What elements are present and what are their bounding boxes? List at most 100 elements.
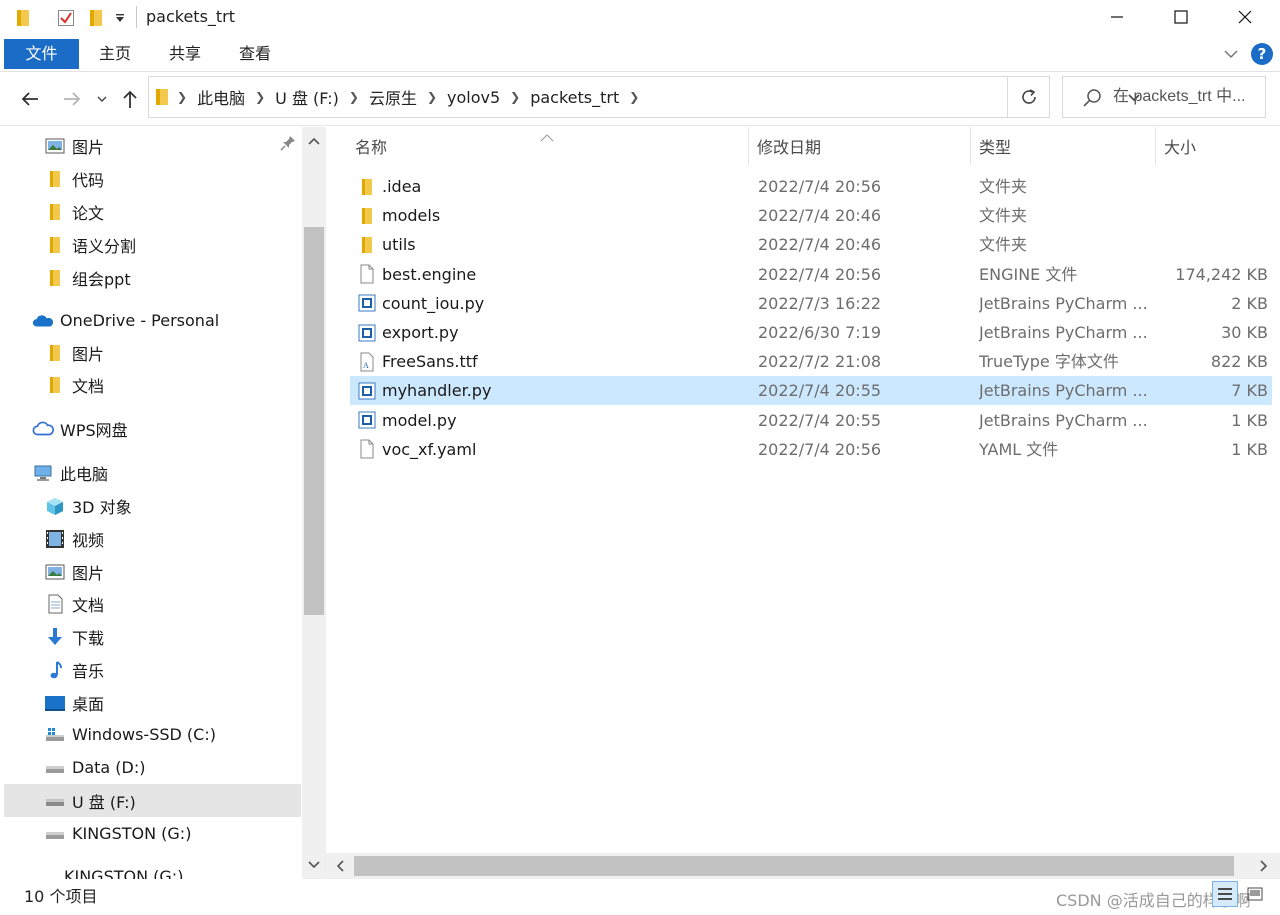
properties-icon[interactable]	[56, 8, 76, 28]
sidebar-item-downloads[interactable]: 下载	[44, 620, 301, 653]
search-box[interactable]	[1062, 76, 1266, 118]
breadcrumb-item[interactable]: U 盘 (F:)	[271, 85, 343, 109]
file-row[interactable]: best.engine 2022/7/4 20:56 ENGINE 文件 174,24…	[350, 260, 1272, 289]
file-row[interactable]: myhandler.py 2022/7/4 20:55 JetBrains PyCh…	[350, 376, 1272, 406]
sidebar-item-drive-g[interactable]: KINGSTON (G:)	[44, 817, 301, 850]
sidebar-item-label: 图片	[72, 344, 105, 364]
tab-file[interactable]: 文件	[4, 39, 79, 69]
file-list-pane: 名称 修改日期 类型 大小 .idea 2022/7/4 20:56 文件夹 mode…	[326, 127, 1280, 879]
sidebar-item-label: U 盘 (F:)	[72, 792, 136, 812]
sidebar-item-label: 文档	[72, 376, 105, 396]
forward-arrow-icon[interactable]	[60, 88, 84, 110]
file-row[interactable]: A FreeSans.ttf 2022/7/2 21:08 TrueType 字体文件…	[350, 347, 1272, 376]
scroll-left-chevron-icon[interactable]	[332, 858, 348, 874]
file-row[interactable]: models 2022/7/4 20:46 文件夹	[350, 201, 1272, 230]
sidebar-item-videos[interactable]: 视频	[44, 522, 301, 555]
file-size	[1140, 201, 1268, 230]
sidebar-item-label: 音乐	[72, 661, 105, 681]
sidebar-item-meeting-ppt[interactable]: 组会ppt	[44, 261, 301, 294]
new-folder-icon[interactable]	[88, 8, 104, 28]
sidebar-item-documents[interactable]: 文档	[44, 587, 301, 620]
back-arrow-icon[interactable]	[18, 88, 42, 110]
python-file-icon	[358, 381, 376, 400]
file-row[interactable]: voc_xf.yaml 2022/7/4 20:56 YAML 文件 1 KB	[350, 435, 1272, 464]
large-icons-view-icon[interactable]	[1242, 881, 1268, 907]
sidebar-item-desktop[interactable]: 桌面	[44, 686, 301, 719]
breadcrumb-chevron-icon[interactable]: ❯	[504, 90, 526, 104]
tab-share[interactable]: 共享	[156, 39, 214, 69]
customize-toolbar-icon[interactable]	[112, 8, 128, 28]
pin-icon[interactable]	[280, 135, 298, 153]
sidebar-scrollbar-thumb[interactable]	[304, 227, 324, 615]
breadcrumb-chevron-icon[interactable]: ❯	[171, 90, 193, 104]
usb-drive-icon	[44, 790, 66, 812]
sidebar-item-drive-d[interactable]: Data (D:)	[44, 751, 301, 784]
sidebar-item-label: 此电脑	[60, 464, 109, 484]
navigation-pane: 图片 代码 论文 语义分割 组会ppt OneDrive - Personal …	[0, 127, 326, 879]
column-header-type[interactable]: 类型	[979, 127, 1149, 165]
file-type: TrueType 字体文件	[979, 352, 1119, 372]
column-header-date[interactable]: 修改日期	[757, 127, 967, 165]
help-icon[interactable]: ?	[1251, 43, 1273, 65]
file-row[interactable]: count_iou.py 2022/7/3 16:22 JetBrains PyCh…	[350, 289, 1272, 318]
sidebar-item-drive-f[interactable]: U 盘 (F:)	[4, 784, 301, 817]
sidebar-item-music[interactable]: 音乐	[44, 653, 301, 686]
expand-ribbon-chevron-icon[interactable]	[1222, 45, 1240, 63]
close-button[interactable]	[1214, 0, 1276, 34]
sidebar-item-pc-pictures[interactable]: 图片	[44, 555, 301, 588]
sidebar-item-kingston-root[interactable]: KINGSTON (G:)	[36, 860, 301, 879]
file-row[interactable]: export.py 2022/6/30 7:19 JetBrains PyCharm…	[350, 318, 1272, 347]
sidebar-item-pictures[interactable]: 图片	[44, 129, 301, 162]
tab-home[interactable]: 主页	[86, 39, 144, 69]
column-header-name[interactable]: 名称	[355, 127, 745, 165]
file-type: 文件夹	[979, 177, 1028, 196]
sidebar-item-segmentation[interactable]: 语义分割	[44, 228, 301, 261]
sidebar-item-3d-objects[interactable]: 3D 对象	[44, 489, 301, 522]
sidebar-item-onedrive-documents[interactable]: 文档	[44, 368, 301, 401]
file-size: 2 KB	[1231, 293, 1268, 313]
file-name: FreeSans.ttf	[382, 352, 478, 372]
blank-file-icon	[358, 439, 376, 459]
address-bar[interactable]: ❯ 此电脑 ❯ U 盘 (F:) ❯ 云原生 ❯ yolov5 ❯ packet…	[148, 76, 1140, 118]
breadcrumb-chevron-icon[interactable]: ❯	[343, 90, 365, 104]
file-row[interactable]: .idea 2022/7/4 20:56 文件夹	[350, 172, 1272, 201]
sidebar-item-drive-c[interactable]: Windows-SSD (C:)	[44, 718, 301, 751]
up-arrow-icon[interactable]	[118, 88, 142, 110]
minimize-button[interactable]	[1086, 0, 1148, 34]
sidebar-scrollbar[interactable]	[302, 127, 325, 879]
column-divider[interactable]	[1155, 127, 1156, 165]
scroll-up-chevron-icon[interactable]	[306, 133, 322, 149]
scroll-right-chevron-icon[interactable]	[1256, 858, 1272, 874]
maximize-button[interactable]	[1150, 0, 1212, 34]
search-input[interactable]	[1113, 85, 1261, 109]
sidebar-item-wps-cloud[interactable]: WPS网盘	[32, 412, 301, 445]
usb-drive-icon	[44, 823, 66, 845]
sidebar-item-onedrive[interactable]: OneDrive - Personal	[32, 304, 301, 337]
sidebar-item-code[interactable]: 代码	[44, 162, 301, 195]
column-divider[interactable]	[970, 127, 971, 165]
breadcrumb-item[interactable]: 云原生	[365, 85, 421, 109]
scroll-down-chevron-icon[interactable]	[306, 857, 322, 873]
file-modified-date: 2022/7/4 20:46	[758, 206, 882, 226]
column-header-size[interactable]: 大小	[1164, 127, 1274, 165]
breadcrumb-chevron-icon[interactable]: ❯	[623, 90, 645, 104]
breadcrumb-item[interactable]: yolov5	[443, 88, 504, 107]
refresh-icon[interactable]	[1008, 76, 1050, 118]
sidebar-item-this-pc[interactable]: 此电脑	[32, 456, 301, 489]
horizontal-scrollbar[interactable]	[326, 853, 1280, 879]
title-bar: packets_trt	[0, 0, 1280, 36]
breadcrumb-item[interactable]: packets_trt	[526, 88, 623, 107]
sidebar-item-papers[interactable]: 论文	[44, 195, 301, 228]
breadcrumb-item[interactable]: 此电脑	[193, 85, 249, 109]
breadcrumb-chevron-icon[interactable]: ❯	[421, 90, 443, 104]
file-row[interactable]: utils 2022/7/4 20:46 文件夹	[350, 230, 1272, 259]
breadcrumb-chevron-icon[interactable]: ❯	[249, 90, 271, 104]
tab-view[interactable]: 查看	[226, 39, 284, 69]
recent-locations-chevron-icon[interactable]	[94, 88, 110, 110]
details-view-icon[interactable]	[1212, 881, 1238, 907]
horizontal-scrollbar-thumb[interactable]	[354, 856, 1234, 876]
column-divider[interactable]	[748, 127, 749, 165]
sidebar-item-onedrive-pictures[interactable]: 图片	[44, 336, 301, 369]
file-row[interactable]: model.py 2022/7/4 20:55 JetBrains PyCharm …	[350, 406, 1272, 435]
file-type: JetBrains PyCharm ...	[979, 293, 1147, 313]
